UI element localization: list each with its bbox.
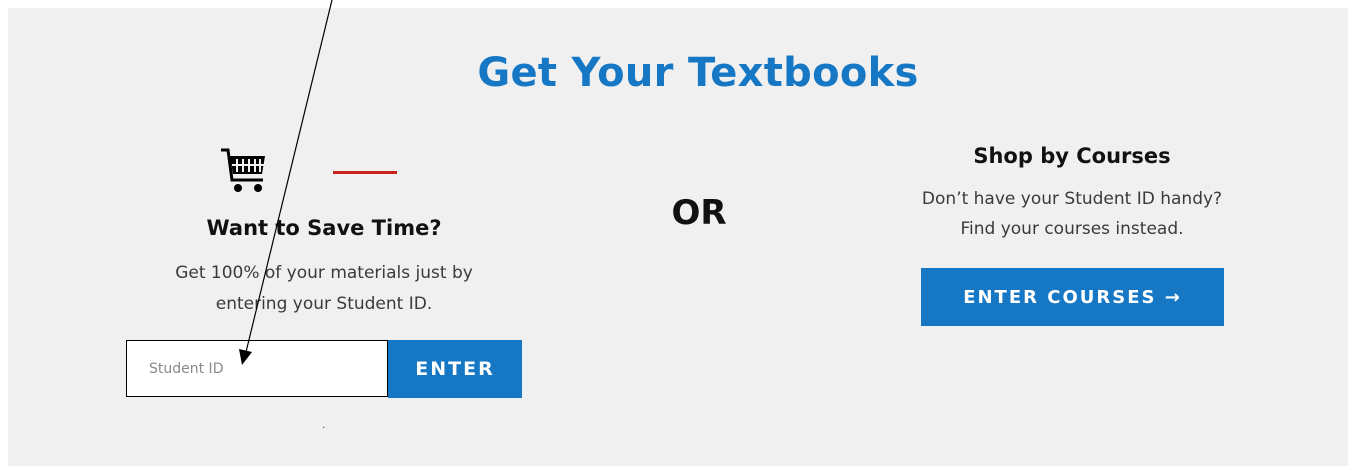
- shop-by-courses-description-line2: Find your courses instead.: [960, 219, 1184, 239]
- shopping-cart-icon: [221, 148, 265, 192]
- shop-by-courses-heading: Shop by Courses: [973, 144, 1171, 168]
- shop-by-courses-description: Don’t have your Student ID handy? Find y…: [862, 184, 1282, 244]
- footnote-dot: .: [322, 417, 326, 431]
- save-time-description: Get 100% of your materials just by enter…: [124, 258, 524, 320]
- save-time-description-line1: Get 100% of your materials just by: [175, 263, 473, 283]
- save-time-heading: Want to Save Time?: [206, 216, 442, 240]
- shop-by-courses-description-line1: Don’t have your Student ID handy?: [921, 189, 1223, 209]
- or-divider: OR: [671, 193, 727, 233]
- page-title: Get Your Textbooks: [477, 50, 919, 96]
- save-time-description-line2: entering your Student ID.: [215, 294, 433, 314]
- student-id-input[interactable]: [126, 340, 388, 397]
- enter-button[interactable]: ENTER: [388, 340, 522, 398]
- enter-courses-button[interactable]: ENTER COURSES →: [921, 268, 1224, 326]
- accent-rule: [333, 171, 397, 174]
